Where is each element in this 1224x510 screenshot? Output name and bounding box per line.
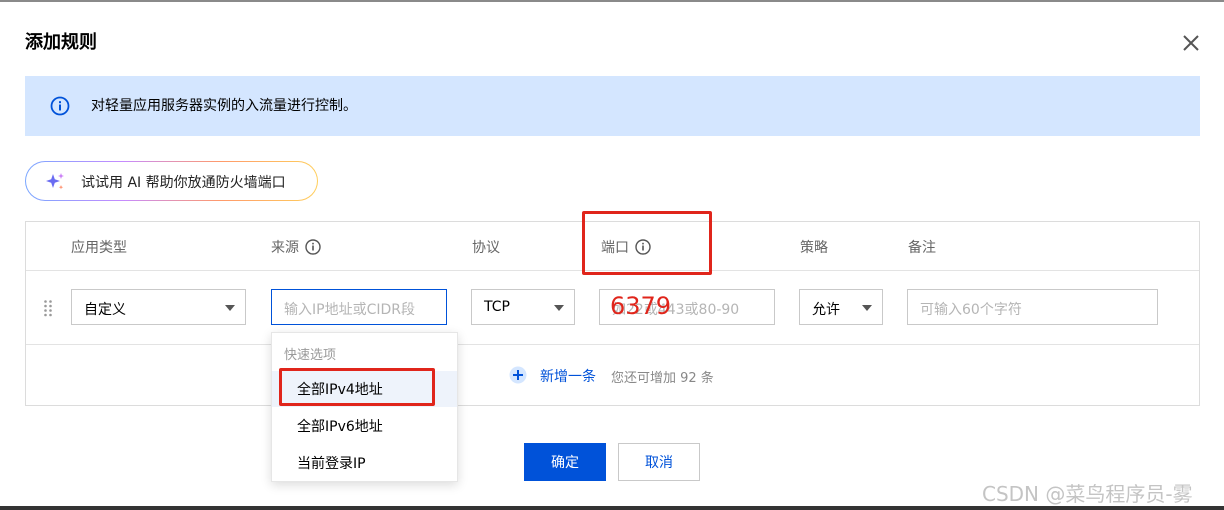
policy-value: 允许: [812, 302, 840, 318]
header-remark: 备注: [908, 240, 936, 256]
close-icon[interactable]: [1180, 32, 1202, 54]
chevron-down-icon: [225, 305, 235, 311]
drag-handle-icon[interactable]: [43, 299, 53, 317]
dropdown-group-label: 快速选项: [284, 348, 337, 363]
rules-table: 应用类型 来源 协议 端口 策略 备注 自定义 输入IP地址或CIDR段 TCP…: [25, 221, 1200, 406]
top-border: [0, 0, 1224, 2]
info-icon[interactable]: [635, 239, 651, 255]
source-placeholder: 输入IP地址或CIDR段: [284, 302, 415, 318]
port-input[interactable]: 如22或443或80-90 6379: [599, 289, 775, 325]
policy-select[interactable]: 允许: [799, 289, 883, 325]
ai-assist-label: 试试用 AI 帮助你放通防火墙端口: [81, 175, 286, 191]
add-rule-label: 新增一条: [540, 369, 596, 385]
option-all-ipv6[interactable]: 全部IPv6地址: [272, 408, 457, 444]
bottom-border: [0, 506, 1224, 510]
info-icon: [50, 96, 70, 116]
header-protocol: 协议: [472, 240, 500, 256]
plus-circle-icon: [509, 366, 527, 384]
option-all-ipv6-label: 全部IPv6地址: [297, 419, 383, 435]
header-port-label: 端口: [601, 240, 629, 256]
sparkle-icon: [46, 173, 64, 190]
header-source: 来源: [271, 237, 321, 257]
option-all-ipv4[interactable]: 全部IPv4地址: [272, 371, 457, 407]
app-type-select[interactable]: 自定义: [71, 289, 246, 325]
info-notice: 对轻量应用服务器实例的入流量进行控制。: [25, 76, 1200, 136]
port-annotation: 6379: [610, 292, 672, 320]
remark-input[interactable]: 可输入60个字符: [907, 289, 1158, 325]
header-divider: [26, 270, 1199, 271]
header-port: 端口: [601, 237, 651, 257]
chevron-down-icon: [554, 305, 564, 311]
cancel-button[interactable]: 取消: [618, 443, 700, 481]
dialog-title: 添加规则: [25, 32, 97, 53]
confirm-button[interactable]: 确定: [524, 443, 606, 481]
option-current-ip-label: 当前登录IP: [297, 456, 366, 472]
info-icon[interactable]: [305, 239, 321, 255]
watermark: CSDN @菜鸟程序员-雾: [982, 482, 1193, 506]
chevron-down-icon: [862, 305, 872, 311]
header-policy: 策略: [800, 240, 828, 256]
protocol-value: TCP: [484, 299, 510, 315]
option-current-ip[interactable]: 当前登录IP: [272, 445, 457, 481]
header-app-type: 应用类型: [71, 240, 127, 256]
row-divider: [26, 344, 1199, 345]
header-source-label: 来源: [271, 240, 299, 256]
ai-assist-button[interactable]: 试试用 AI 帮助你放通防火墙端口: [25, 161, 318, 201]
option-all-ipv4-label: 全部IPv4地址: [297, 382, 383, 398]
source-input[interactable]: 输入IP地址或CIDR段: [271, 289, 447, 325]
protocol-select[interactable]: TCP: [471, 289, 575, 325]
remark-placeholder: 可输入60个字符: [920, 302, 1022, 318]
source-quick-options: 快速选项 全部IPv4地址 全部IPv6地址 当前登录IP: [271, 332, 458, 482]
add-rule-hint: 您还可增加 92 条: [611, 371, 714, 386]
notice-text: 对轻量应用服务器实例的入流量进行控制。: [91, 98, 357, 114]
app-type-value: 自定义: [84, 302, 126, 318]
